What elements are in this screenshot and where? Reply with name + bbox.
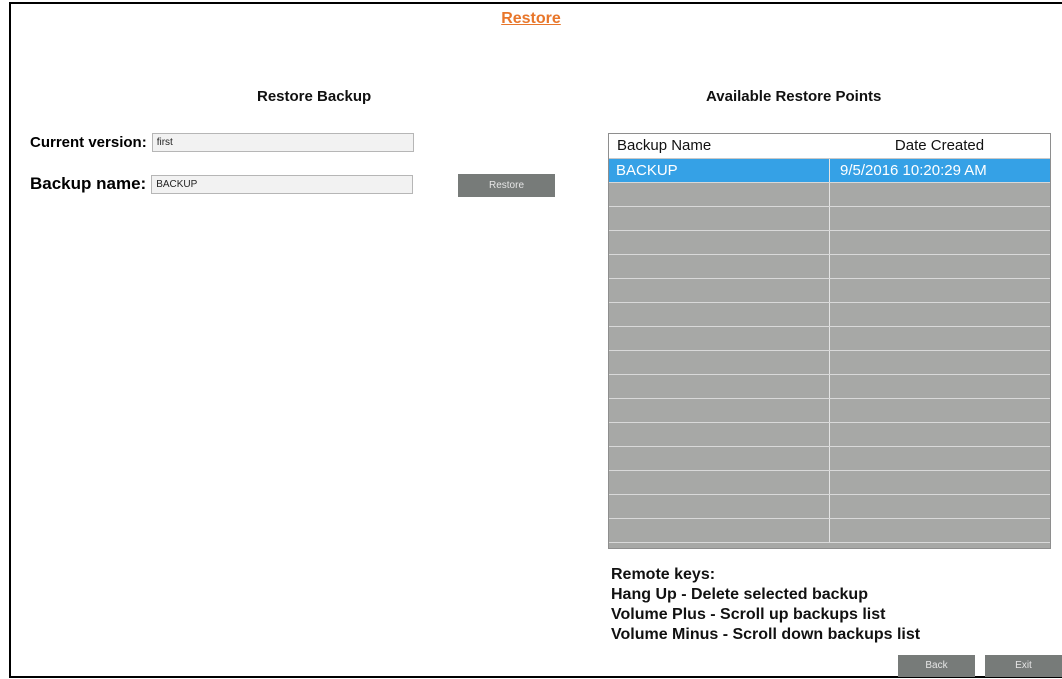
- page-title-link[interactable]: Restore: [0, 10, 1062, 28]
- remote-key-line: Hang Up - Delete selected backup: [611, 586, 868, 603]
- cell-date-created: 9/5/2016 10:20:29 AM: [840, 162, 987, 179]
- cell-backup-name: [609, 447, 830, 470]
- table-row-empty[interactable]: [609, 279, 1050, 303]
- cell-backup-name: [609, 375, 830, 398]
- table-row-empty[interactable]: [609, 399, 1050, 423]
- cell-backup-name: [609, 519, 830, 542]
- restore-points-table[interactable]: Backup Name Date Created BACKUP 9/5/2016 …: [608, 133, 1051, 549]
- cell-date-created: [830, 495, 1050, 518]
- cell-backup-name: [609, 471, 830, 494]
- cell-date-created: [830, 375, 1050, 398]
- table-row[interactable]: BACKUP 9/5/2016 10:20:29 AM: [609, 159, 1050, 183]
- cell-date-created: [830, 327, 1050, 350]
- remote-keys-help: Remote keys: Hang Up - Delete selected b…: [611, 565, 920, 645]
- cell-backup-name: [609, 303, 830, 326]
- cell-date-created: [830, 399, 1050, 422]
- table-row-empty[interactable]: [609, 495, 1050, 519]
- table-row-empty[interactable]: [609, 255, 1050, 279]
- cell-date-created: [830, 519, 1050, 542]
- exit-button[interactable]: Exit: [985, 655, 1062, 677]
- column-header-date-created[interactable]: Date Created: [829, 134, 1050, 158]
- backup-name-row: Backup name:: [30, 174, 414, 194]
- current-version-row: Current version:: [30, 133, 414, 152]
- cell-date-created: [830, 183, 1050, 206]
- cell-date-created: [830, 471, 1050, 494]
- current-version-input[interactable]: [151, 133, 414, 152]
- table-header: Backup Name Date Created: [609, 134, 1050, 159]
- table-row-empty[interactable]: [609, 519, 1050, 543]
- table-row-empty[interactable]: [609, 303, 1050, 327]
- cell-backup-name: [609, 279, 830, 302]
- table-row-empty[interactable]: [609, 327, 1050, 351]
- backup-name-input[interactable]: [151, 174, 414, 194]
- cell-backup-name: [609, 399, 830, 422]
- table-row-empty[interactable]: [609, 423, 1050, 447]
- cell-backup-name: BACKUP: [609, 159, 830, 182]
- cell-date-created: [830, 231, 1050, 254]
- table-row-empty[interactable]: [609, 231, 1050, 255]
- current-version-label: Current version:: [30, 134, 147, 151]
- cell-date-created: [830, 423, 1050, 446]
- restore-backup-heading: Restore Backup: [257, 88, 372, 105]
- backup-name-label: Backup name:: [30, 174, 147, 193]
- cell-date-created: [830, 207, 1050, 230]
- column-header-backup-name[interactable]: Backup Name: [609, 134, 829, 158]
- table-row-empty[interactable]: [609, 207, 1050, 231]
- table-row-empty[interactable]: [609, 447, 1050, 471]
- cell-date-created: [830, 447, 1050, 470]
- remote-keys-title: Remote keys:: [611, 566, 716, 583]
- table-row-empty[interactable]: [609, 471, 1050, 495]
- table-row-empty[interactable]: [609, 351, 1050, 375]
- cell-date-created: [830, 351, 1050, 374]
- cell-backup-name: [609, 351, 830, 374]
- restore-points-heading: Available Restore Points: [706, 88, 882, 105]
- back-button[interactable]: Back: [898, 655, 975, 677]
- cell-date-created: [830, 303, 1050, 326]
- cell-backup-name: [609, 327, 830, 350]
- remote-key-line: Volume Plus - Scroll up backups list: [611, 606, 886, 623]
- cell-date-created: [830, 255, 1050, 278]
- cell-backup-name: [609, 495, 830, 518]
- restore-button[interactable]: Restore: [458, 174, 555, 197]
- cell-backup-name: [609, 207, 830, 230]
- cell-backup-name: [609, 255, 830, 278]
- cell-backup-name: [609, 423, 830, 446]
- cell-backup-name: [609, 231, 830, 254]
- remote-key-line: Volume Minus - Scroll down backups list: [611, 626, 921, 643]
- cell-date-created: [830, 279, 1050, 302]
- cell-backup-name: [609, 183, 830, 206]
- table-body: BACKUP 9/5/2016 10:20:29 AM: [609, 159, 1050, 543]
- table-row-empty[interactable]: [609, 375, 1050, 399]
- table-row-empty[interactable]: [609, 183, 1050, 207]
